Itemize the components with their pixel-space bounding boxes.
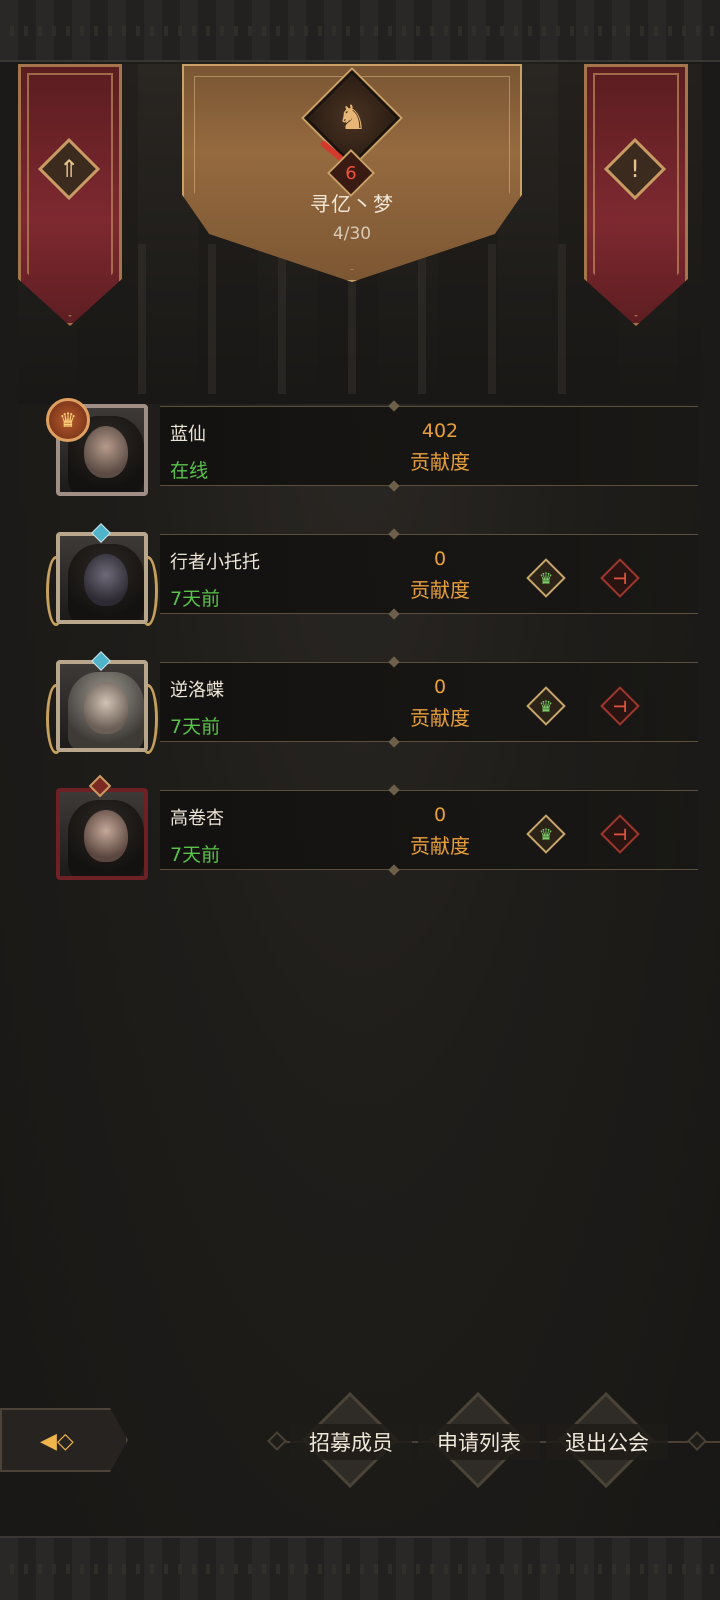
member-name: 行者小托托: [170, 552, 260, 573]
member-name: 高卷杏: [170, 808, 224, 829]
member-row[interactable]: ♛ 蓝仙 在线 402 贡献度: [40, 398, 698, 496]
kick-member-icon: ⊣: [612, 696, 628, 716]
kick-member-button[interactable]: ⊣: [600, 558, 640, 598]
guild-members-screen: ⇑ ! ♞ 6 寻亿丶梦 4/30 ♛ 蓝仙 在线 402 贡献度 行者小托托 …: [0, 0, 720, 1600]
member-avatar[interactable]: ♛: [46, 398, 158, 498]
member-status: 在线: [170, 460, 209, 482]
promote-member-icon: ♛: [538, 696, 554, 716]
member-avatar[interactable]: [46, 651, 158, 754]
member-name: 逆洛蝶: [170, 680, 224, 701]
member-status: 7天前: [170, 716, 221, 738]
application-list-label: 申请列表: [418, 1424, 540, 1460]
leader-crown-icon: ♛: [46, 398, 90, 442]
member-row[interactable]: 高卷杏 7天前 0 贡献度 ♛ ⊣: [40, 774, 698, 880]
application-list-button[interactable]: 申请列表: [418, 1391, 540, 1489]
guild-rank-button[interactable]: ⇑: [37, 137, 101, 201]
guild-info-icon: !: [630, 155, 640, 183]
member-row[interactable]: 逆洛蝶 7天前 0 贡献度 ♛ ⊣: [40, 651, 698, 754]
contribution-label: 贡献度: [410, 450, 470, 474]
guild-info-button[interactable]: !: [603, 137, 667, 201]
kick-member-icon: ⊣: [612, 568, 628, 588]
guild-rank-icon: ⇑: [58, 155, 80, 183]
member-contribution: 0: [433, 548, 447, 570]
top-ornament-border: [0, 0, 720, 62]
recruit-members-label: 招募成员: [290, 1424, 412, 1460]
member-contribution: 402: [421, 420, 459, 442]
contribution-label: 贡献度: [410, 578, 470, 602]
back-button[interactable]: ◀◇: [0, 1408, 128, 1472]
member-contribution: 0: [433, 804, 447, 826]
contribution-label: 贡献度: [410, 706, 470, 730]
toolbar-ornament: [267, 1431, 287, 1451]
toolbar-ornament: [687, 1431, 707, 1451]
guild-name: 寻亿丶梦: [310, 192, 394, 216]
member-name: 蓝仙: [170, 424, 206, 445]
member-avatar[interactable]: [46, 774, 158, 882]
guild-member-count: 4/30: [332, 224, 372, 244]
kick-member-button[interactable]: ⊣: [600, 686, 640, 726]
recruit-members-button[interactable]: 招募成员: [290, 1391, 412, 1489]
member-contribution: 0: [433, 676, 447, 698]
promote-member-icon: ♛: [538, 824, 554, 844]
member-row[interactable]: 行者小托托 7天前 0 贡献度 ♛ ⊣: [40, 523, 698, 626]
back-arrow-icon: ◀◇: [40, 1429, 74, 1454]
kick-member-icon: ⊣: [612, 824, 628, 844]
member-status: 7天前: [170, 588, 221, 610]
leave-guild-button[interactable]: 退出公会: [546, 1391, 668, 1489]
member-avatar[interactable]: [46, 523, 158, 626]
kick-member-button[interactable]: ⊣: [600, 814, 640, 854]
contribution-label: 贡献度: [410, 834, 470, 858]
member-status: 7天前: [170, 844, 221, 866]
right-banner: !: [584, 64, 688, 326]
promote-member-icon: ♛: [538, 568, 554, 588]
promote-member-button[interactable]: ♛: [526, 558, 566, 598]
left-banner: ⇑: [18, 64, 122, 326]
promote-member-button[interactable]: ♛: [526, 814, 566, 854]
leave-guild-label: 退出公会: [546, 1424, 668, 1460]
guild-level: 6: [345, 162, 357, 184]
bottom-ornament-border: [0, 1536, 720, 1600]
promote-member-button[interactable]: ♛: [526, 686, 566, 726]
